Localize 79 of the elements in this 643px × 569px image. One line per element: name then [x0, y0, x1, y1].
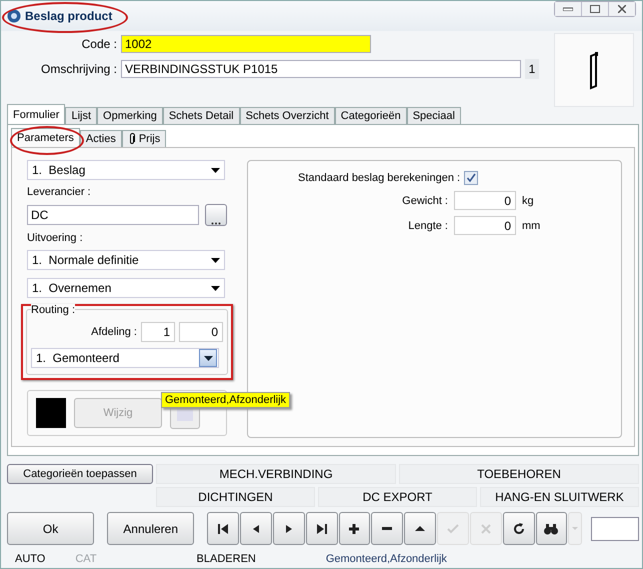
tooltip: Gemonteerd,Afzonderlijk [161, 392, 290, 408]
minimize-button[interactable] [555, 2, 581, 16]
color-swatch [36, 398, 66, 428]
category-button[interactable]: DICHTINGEN [156, 487, 315, 507]
browse-button[interactable] [205, 204, 227, 226]
unit-label: kg [522, 194, 534, 206]
toolbar-button[interactable] [338, 512, 370, 545]
toolbar-button[interactable] [371, 512, 404, 545]
input-field[interactable] [590, 516, 640, 540]
tab[interactable]: Speciaal [406, 107, 461, 124]
toolbar-button[interactable] [536, 512, 568, 545]
category-button[interactable]: HANG-EN SLUITWERK [480, 487, 639, 507]
up-icon [415, 526, 426, 531]
number-field[interactable]: 0 [454, 191, 516, 210]
field-label: Gewicht : [401, 194, 448, 206]
code-field[interactable]: 1002 [121, 35, 371, 53]
close-button[interactable] [608, 2, 635, 16]
toolbar-button[interactable] [272, 512, 305, 545]
supplier-field[interactable]: DC [27, 205, 199, 225]
caret-icon [211, 258, 220, 262]
ellipsis-icon [211, 222, 221, 225]
standard-calculation-label: Standaard beslag berekeningen : [298, 172, 460, 184]
close-icon [618, 5, 626, 13]
cancel-button[interactable]: Annuleren [107, 512, 194, 545]
minimize-icon [563, 7, 573, 11]
number-field[interactable]: 0 [454, 216, 516, 235]
tab[interactable]: Schets Overzicht [240, 107, 335, 124]
tab[interactable]: Acties [80, 130, 122, 147]
app-icon [7, 9, 21, 23]
dropdown[interactable]: 1. Beslag [27, 160, 225, 180]
caret-icon [211, 286, 220, 290]
toolbar-button[interactable] [240, 512, 272, 545]
supplier-label: Leverancier : [27, 186, 92, 198]
line-count: 1 [525, 59, 539, 79]
code-label: Code : [80, 37, 117, 51]
status-text: BLADEREN [196, 553, 256, 565]
status-text: Gemonteerd,Afzonderlijk [326, 553, 447, 565]
toolbar-button[interactable] [306, 512, 338, 545]
window-title: Beslag product [25, 9, 112, 23]
department-label: Afdeling : [91, 326, 137, 338]
tab[interactable]: Formulier [7, 104, 66, 124]
dropdown-button[interactable] [199, 349, 217, 367]
description-field[interactable]: VERBINDINGSSTUK P1015 [121, 60, 521, 78]
ok-button[interactable]: Ok [7, 512, 94, 545]
toolbar-button[interactable] [502, 512, 534, 545]
check-icon [466, 173, 476, 183]
category-button[interactable]: DC EXPORT [318, 487, 477, 507]
unit-label: mm [522, 220, 540, 232]
department-field[interactable]: 0 [179, 322, 223, 342]
maximize-button[interactable] [581, 2, 608, 16]
category-button[interactable]: TOEBEHOREN [399, 464, 639, 484]
field-label: Lengte : [407, 220, 448, 232]
tab[interactable]: Opmerking [97, 107, 163, 124]
dropdown[interactable]: 1. Gemonteerd [31, 348, 219, 368]
toolbar-button[interactable] [207, 512, 240, 545]
caret-icon [572, 527, 578, 530]
tab[interactable]: Prijs [122, 130, 166, 147]
paperclip-icon [128, 133, 136, 145]
execution-label: Uitvoering : [27, 232, 84, 244]
status-text: AUTO [15, 553, 46, 565]
minus-icon [382, 527, 392, 530]
dropdown[interactable]: 1. Overnemen [27, 278, 225, 298]
routing-legend: Routing : [31, 304, 76, 316]
dropdown[interactable]: 1. Normale definitie [27, 250, 225, 270]
maximize-icon [590, 5, 600, 13]
apply-categories-button[interactable]: Categorieën toepassen [7, 464, 153, 484]
category-button[interactable]: MECH.VERBINDING [156, 464, 396, 484]
tab[interactable]: Parameters [11, 128, 80, 147]
status-text: CAT [75, 553, 97, 565]
fitting-drawing [587, 50, 601, 90]
description-label: Omschrijving : [40, 62, 117, 76]
toolbar-button[interactable] [404, 512, 436, 545]
tab[interactable]: Lijst [65, 107, 98, 124]
caret-icon [204, 356, 212, 360]
tab[interactable]: Schets Detail [162, 107, 240, 124]
checkbox[interactable] [464, 171, 478, 185]
department-field[interactable]: 1 [141, 322, 175, 342]
tab[interactable]: Categorieën [334, 107, 407, 124]
caret-icon [211, 168, 220, 172]
